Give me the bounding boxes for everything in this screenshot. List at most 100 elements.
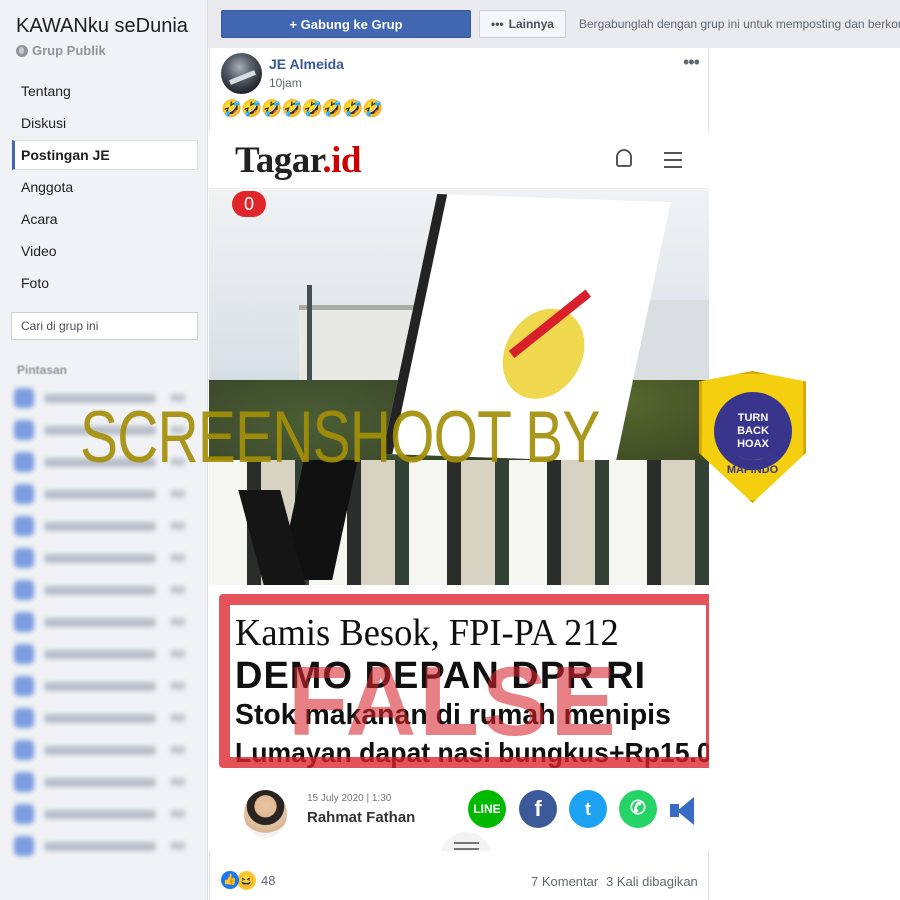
sidebar-item-je-posts[interactable]: Postingan JE bbox=[12, 140, 198, 170]
group-avatar-icon bbox=[14, 516, 34, 536]
more-options-button[interactable]: ••• Lainnya bbox=[479, 10, 566, 38]
blurred-count bbox=[170, 810, 186, 818]
join-group-message: Bergabunglah dengan grup ini untuk mempo… bbox=[579, 17, 900, 31]
group-avatar-icon bbox=[14, 452, 34, 472]
blurred-shortcut-text bbox=[44, 585, 156, 595]
shortcut-item[interactable] bbox=[12, 670, 198, 702]
blurred-shortcut-text bbox=[44, 777, 156, 787]
drag-handle-icon bbox=[440, 832, 492, 851]
blurred-count bbox=[170, 554, 186, 562]
group-type: Grup Publik bbox=[32, 43, 106, 58]
post-reactions[interactable]: 👍 😆 48 bbox=[221, 869, 275, 891]
like-icon: 👍 bbox=[221, 871, 239, 889]
shortcut-item[interactable] bbox=[12, 702, 198, 734]
shortcut-item[interactable] bbox=[12, 798, 198, 830]
join-group-button[interactable]: + Gabung ke Grup bbox=[221, 10, 471, 38]
group-avatar-icon bbox=[14, 708, 34, 728]
article-author-avatar bbox=[244, 790, 287, 838]
group-avatar-icon bbox=[14, 548, 34, 568]
article-author-footer: 15 July 2020 | 1:30 Rahmat Fathan LINE f… bbox=[209, 785, 709, 851]
menu-icon bbox=[664, 152, 682, 168]
tagar-logo-text: Tagar bbox=[235, 140, 323, 181]
blurred-shortcut-text bbox=[44, 649, 156, 659]
group-avatar-icon bbox=[14, 804, 34, 824]
shortcut-item[interactable] bbox=[12, 478, 198, 510]
shortcut-item[interactable] bbox=[12, 638, 198, 670]
demonstration-photo: 0 bbox=[209, 190, 709, 585]
blurred-count bbox=[170, 522, 186, 530]
ellipsis-icon: ••• bbox=[491, 17, 504, 31]
blurred-count bbox=[170, 650, 186, 658]
blurred-count bbox=[170, 842, 186, 850]
blurred-shortcut-text bbox=[44, 809, 156, 819]
sidebar-item-events[interactable]: Acara bbox=[12, 204, 198, 234]
shortcut-item[interactable] bbox=[12, 606, 198, 638]
whatsapp-share-icon: ✆ bbox=[619, 790, 657, 828]
hoax-headline-card: Kamis Besok, FPI-PA 212 DEMO DEPAN DPR R… bbox=[209, 587, 709, 785]
sidebar-item-discussion[interactable]: Diskusi bbox=[12, 108, 198, 138]
blurred-count bbox=[170, 618, 186, 626]
shortcut-item[interactable] bbox=[12, 830, 198, 862]
globe-icon bbox=[16, 44, 28, 57]
blurred-count bbox=[170, 490, 186, 498]
group-avatar-icon bbox=[14, 772, 34, 792]
comment-count-link[interactable]: 7 Komentar bbox=[531, 874, 598, 889]
reaction-count[interactable]: 48 bbox=[261, 873, 275, 888]
share-count-link[interactable]: 3 Kali dibagikan bbox=[606, 874, 698, 889]
shortcut-item[interactable] bbox=[12, 766, 198, 798]
group-avatar-icon bbox=[14, 484, 34, 504]
sidebar-item-videos[interactable]: Video bbox=[12, 236, 198, 266]
post-emoji-text: 🤣🤣🤣🤣🤣🤣🤣🤣 bbox=[221, 99, 383, 118]
screenshot-watermark: SCREENSHOOT BY bbox=[80, 397, 600, 478]
blurred-count bbox=[170, 714, 186, 722]
sidebar-item-members[interactable]: Anggota bbox=[12, 172, 198, 202]
more-button-label: Lainnya bbox=[508, 17, 554, 31]
sidebar-item-photos[interactable]: Foto bbox=[12, 268, 198, 298]
tagar-logo-suffix: .id bbox=[322, 140, 361, 181]
group-search-input[interactable]: Cari di grup ini bbox=[11, 312, 198, 340]
shortcut-item[interactable] bbox=[12, 734, 198, 766]
shared-news-screenshot[interactable]: Tagar.id 0 Kamis Besok, FPI-PA 212 DEMO … bbox=[209, 131, 709, 851]
article-date: 15 July 2020 | 1:30 bbox=[307, 793, 392, 804]
blurred-count bbox=[170, 778, 186, 786]
shortcut-item[interactable] bbox=[12, 510, 198, 542]
blurred-shortcut-text bbox=[44, 489, 156, 499]
line-share-icon: LINE bbox=[468, 790, 506, 828]
shortcut-item[interactable] bbox=[12, 542, 198, 574]
logo-center-text: TURN BACK HOAX bbox=[723, 400, 783, 460]
blurred-count bbox=[170, 586, 186, 594]
blurred-count bbox=[170, 682, 186, 690]
tagar-logo: Tagar.id bbox=[235, 139, 361, 182]
shortcut-item[interactable] bbox=[12, 574, 198, 606]
blurred-shortcut-text bbox=[44, 681, 156, 691]
group-avatar-icon bbox=[14, 836, 34, 856]
group-avatar-icon bbox=[14, 676, 34, 696]
blurred-shortcut-text bbox=[44, 745, 156, 755]
facebook-group-page: KAWANku seDunia Grup Publik Tentang Disk… bbox=[0, 0, 900, 900]
group-navigation: Tentang Diskusi Postingan JE Anggota Aca… bbox=[12, 76, 198, 300]
group-avatar-icon bbox=[14, 420, 34, 440]
speaker-icon bbox=[668, 793, 703, 828]
notification-bell-icon bbox=[616, 149, 632, 167]
facebook-share-icon: f bbox=[519, 790, 557, 828]
article-author-name: Rahmat Fathan bbox=[307, 809, 416, 826]
author-avatar[interactable] bbox=[221, 53, 262, 94]
post-author-name[interactable]: JE Almeida bbox=[269, 56, 344, 72]
blurred-shortcut-text bbox=[44, 553, 156, 563]
blurred-shortcut-text bbox=[44, 521, 156, 531]
twitter-share-icon: t bbox=[569, 790, 607, 828]
group-avatar-icon bbox=[14, 612, 34, 632]
sidebar-item-about[interactable]: Tentang bbox=[12, 76, 198, 106]
group-privacy: Grup Publik bbox=[16, 43, 106, 58]
group-name[interactable]: KAWANku seDunia bbox=[16, 15, 188, 38]
blurred-shortcut-text bbox=[44, 841, 156, 851]
group-avatar-icon bbox=[14, 580, 34, 600]
false-stamp-text: FALSE bbox=[288, 646, 619, 756]
post-timestamp[interactable]: 10jam bbox=[269, 76, 302, 90]
news-site-header: Tagar.id bbox=[209, 131, 709, 189]
group-avatar-icon bbox=[14, 740, 34, 760]
post-options-icon[interactable]: ••• bbox=[683, 52, 700, 73]
blurred-count bbox=[170, 746, 186, 754]
group-avatar-icon bbox=[14, 388, 34, 408]
blurred-shortcut-text bbox=[44, 713, 156, 723]
